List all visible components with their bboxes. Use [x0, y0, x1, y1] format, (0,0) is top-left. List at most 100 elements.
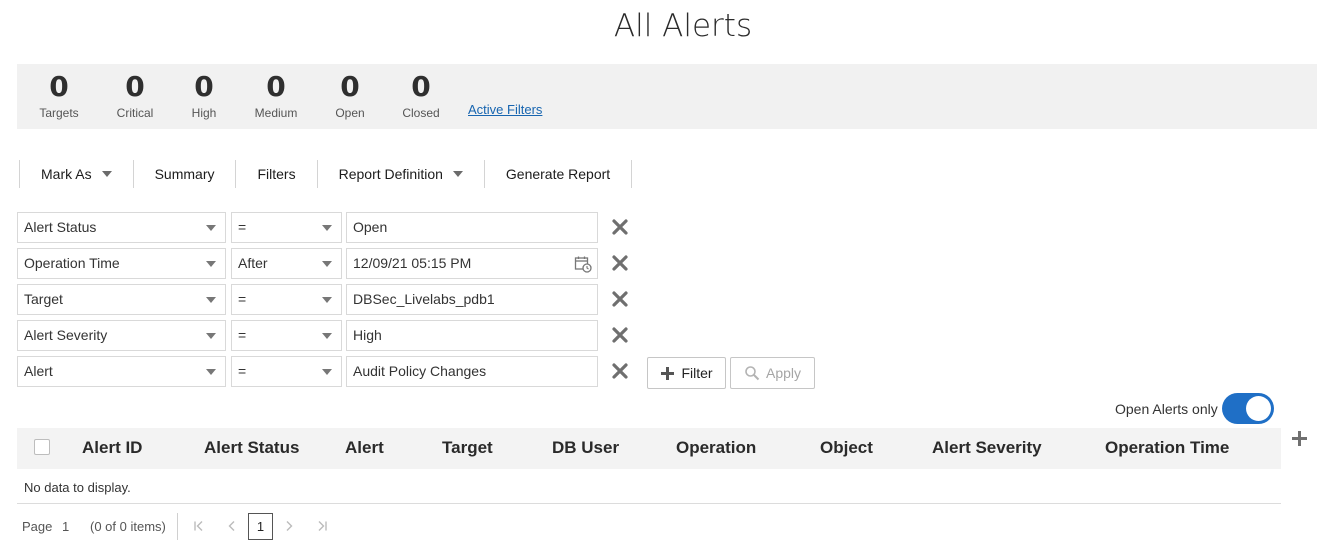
chevron-down-icon [322, 297, 332, 303]
last-page-icon[interactable] [316, 520, 328, 532]
filter-field-value: Target [24, 291, 63, 307]
calendar-icon[interactable] [574, 255, 592, 273]
stat-high[interactable]: 0 High [169, 64, 239, 120]
chevron-down-icon [206, 297, 216, 303]
caret-down-icon [452, 171, 463, 177]
current-page-button[interactable]: 1 [248, 513, 273, 540]
chevron-down-icon [322, 261, 332, 267]
stats-bar: 0 Targets 0 Critical 0 High 0 Medium 0 O… [17, 64, 1317, 129]
remove-filter-icon[interactable] [611, 326, 629, 344]
filter-field-select[interactable]: Target [17, 284, 226, 315]
pagination-divider [177, 513, 178, 540]
chevron-down-icon [322, 333, 332, 339]
filter-value-text: High [353, 327, 382, 343]
page-label: Page [22, 519, 53, 534]
stat-label: Closed [402, 106, 440, 120]
stat-closed[interactable]: 0 Closed [386, 64, 456, 120]
column-header-alert-severity[interactable]: Alert Severity [932, 428, 1042, 468]
summary-button[interactable]: Summary [132, 160, 236, 188]
filter-operator-value: = [238, 363, 247, 379]
filter-value-text: 12/09/21 05:15 PM [353, 255, 472, 271]
filter-field-select[interactable]: Alert [17, 356, 226, 387]
toggle-knob [1246, 396, 1271, 421]
chevron-down-icon [206, 261, 216, 267]
mark-as-menu[interactable]: Mark As [19, 160, 133, 188]
chevron-down-icon [206, 225, 216, 231]
stat-medium[interactable]: 0 Medium [241, 64, 311, 120]
stat-label: Targets [39, 106, 79, 120]
chevron-down-icon [322, 369, 332, 375]
toolbar: Mark As Summary Filters Report Definitio… [19, 160, 633, 188]
filter-field-select[interactable]: Operation Time [17, 248, 226, 279]
chevron-down-icon [322, 225, 332, 231]
filter-field-select[interactable]: Alert Status [17, 212, 226, 243]
filters-button[interactable]: Filters [235, 160, 316, 188]
filter-value-text: Open [353, 219, 388, 235]
filter-operator-select[interactable]: After [231, 248, 342, 279]
column-header-operation[interactable]: Operation [676, 428, 756, 468]
column-header-alert[interactable]: Alert [345, 428, 384, 468]
apply-button-label: Apply [765, 365, 802, 381]
remove-filter-icon[interactable] [611, 362, 629, 380]
report-definition-label: Report Definition [338, 166, 443, 182]
filter-operator-value: After [238, 255, 268, 271]
stat-label: High [191, 106, 217, 120]
remove-filter-icon[interactable] [611, 254, 629, 272]
filter-button-label: Filter [681, 365, 713, 381]
open-alerts-toggle-label: Open Alerts only [1115, 401, 1218, 417]
column-header-alert-id[interactable]: Alert ID [82, 428, 142, 468]
filter-operator-value: = [238, 291, 247, 307]
filter-operator-value: = [238, 327, 247, 343]
stat-value: 0 [266, 70, 286, 103]
stat-value: 0 [411, 70, 431, 103]
filter-operator-select[interactable]: = [231, 284, 342, 315]
stat-value: 0 [194, 70, 214, 103]
stat-value: 0 [125, 70, 145, 103]
chevron-down-icon [206, 369, 216, 375]
open-alerts-toggle[interactable] [1222, 393, 1274, 424]
stat-critical[interactable]: 0 Critical [100, 64, 170, 120]
filter-field-value: Alert [24, 363, 53, 379]
filter-value-input[interactable]: High [346, 320, 598, 351]
remove-filter-icon[interactable] [611, 218, 629, 236]
filter-value-input[interactable]: Open [346, 212, 598, 243]
report-definition-menu[interactable]: Report Definition [316, 160, 484, 188]
chevron-down-icon [206, 333, 216, 339]
add-column-icon[interactable] [1291, 430, 1308, 447]
stat-targets[interactable]: 0 Targets [24, 64, 94, 120]
add-filter-button[interactable]: Filter [647, 357, 726, 389]
remove-filter-icon[interactable] [611, 290, 629, 308]
column-header-operation-time[interactable]: Operation Time [1105, 428, 1229, 468]
page-number: 1 [62, 519, 70, 534]
filter-value-input[interactable]: Audit Policy Changes [346, 356, 598, 387]
filter-operator-select[interactable]: = [231, 320, 342, 351]
select-all-checkbox[interactable] [34, 439, 50, 455]
active-filters-link[interactable]: Active Filters [468, 102, 542, 117]
column-header-db-user[interactable]: DB User [552, 428, 619, 468]
items-count: (0 of 0 items) [90, 519, 166, 534]
column-header-target[interactable]: Target [442, 428, 493, 468]
stat-label: Critical [116, 106, 154, 120]
first-page-icon[interactable] [193, 520, 205, 532]
filter-field-select[interactable]: Alert Severity [17, 320, 226, 351]
next-page-icon[interactable] [283, 520, 295, 532]
plus-icon [661, 366, 675, 380]
filter-value-input[interactable]: DBSec_Livelabs_pdb1 [346, 284, 598, 315]
mark-as-label: Mark As [41, 166, 92, 182]
filter-operator-select[interactable]: = [231, 212, 342, 243]
stat-label: Medium [254, 106, 298, 120]
generate-report-button[interactable]: Generate Report [483, 160, 633, 188]
previous-page-icon[interactable] [226, 520, 238, 532]
column-header-alert-status[interactable]: Alert Status [204, 428, 299, 468]
filter-field-value: Alert Severity [24, 327, 108, 343]
apply-button[interactable]: Apply [730, 357, 815, 389]
filter-value-text: DBSec_Livelabs_pdb1 [353, 291, 495, 307]
page-title: All Alerts [613, 8, 753, 44]
filter-date-input[interactable]: 12/09/21 05:15 PM [346, 248, 598, 279]
empty-table-message: No data to display. [24, 480, 131, 495]
filter-value-text: Audit Policy Changes [353, 363, 487, 379]
search-icon [745, 366, 760, 381]
filter-operator-select[interactable]: = [231, 356, 342, 387]
column-header-object[interactable]: Object [820, 428, 873, 468]
stat-open[interactable]: 0 Open [315, 64, 385, 120]
